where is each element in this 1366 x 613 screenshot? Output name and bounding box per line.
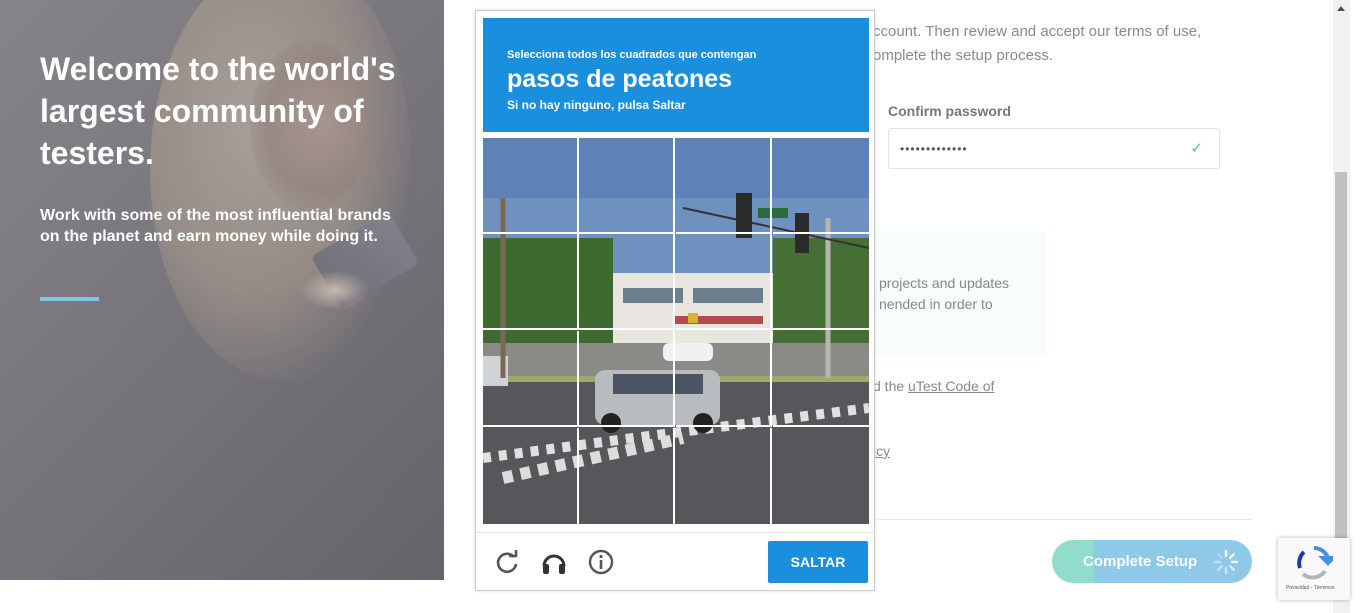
captcha-tile[interactable] <box>579 331 675 427</box>
complete-setup-button[interactable]: Complete Setup <box>1052 540 1252 583</box>
captcha-tile[interactable] <box>579 428 675 524</box>
privacy-policy-link[interactable]: icy <box>873 443 890 459</box>
captcha-tile[interactable] <box>773 234 869 330</box>
setup-intro-text: ccount. Then review and accept our terms… <box>873 23 1202 64</box>
captcha-hint: Si no hay ninguno, pulsa Saltar <box>507 98 686 112</box>
audio-icon[interactable] <box>540 548 568 576</box>
recaptcha-links[interactable]: Privacidad - Términos <box>1286 585 1335 591</box>
info-icon[interactable] <box>587 548 615 576</box>
captcha-tile[interactable] <box>579 138 675 234</box>
hero-panel: Welcome to the world's largest community… <box>0 0 444 580</box>
captcha-image-grid <box>483 138 869 524</box>
confirm-password-value: ••••••••••••• <box>900 142 968 156</box>
scrollbar-thumb[interactable] <box>1335 172 1347 542</box>
notice-text: projects and updates nended in order to <box>879 275 1009 312</box>
divider <box>873 519 1253 520</box>
confirm-password-field[interactable]: ••••••••••••• ✓ <box>888 128 1220 169</box>
captcha-challenge-dialog: Selecciona todos los cuadrados que conte… <box>475 10 875 591</box>
spinner-icon <box>1213 549 1239 575</box>
code-of-conduct-link[interactable]: uTest Code of <box>908 378 994 394</box>
checkmark-icon: ✓ <box>1190 140 1203 157</box>
captcha-footer-divider <box>476 532 874 533</box>
notice-box: projects and updates nended in order to <box>872 232 1046 354</box>
skip-button[interactable]: SALTAR <box>768 541 868 583</box>
recaptcha-logo-icon <box>1297 546 1333 580</box>
captcha-tile[interactable] <box>676 138 772 234</box>
reload-icon[interactable] <box>493 548 521 576</box>
hero-accent-bar <box>40 297 99 301</box>
captcha-tile[interactable] <box>483 138 579 234</box>
captcha-tile[interactable] <box>773 331 869 427</box>
recaptcha-badge[interactable]: Privacidad - Términos <box>1278 538 1350 600</box>
captcha-target: pasos de peatones <box>507 65 733 93</box>
captcha-tile[interactable] <box>773 428 869 524</box>
complete-setup-label: Complete Setup <box>1083 553 1198 570</box>
captcha-tile[interactable] <box>676 234 772 330</box>
captcha-tile[interactable] <box>676 428 772 524</box>
captcha-instruction: Selecciona todos los cuadrados que conte… <box>507 49 757 61</box>
captcha-tile[interactable] <box>773 138 869 234</box>
code-of-conduct-text: d the uTest Code of <box>873 378 995 394</box>
confirm-password-label: Confirm password <box>888 103 1011 119</box>
hero-headline: Welcome to the world's largest community… <box>40 51 396 171</box>
captcha-tile[interactable] <box>483 331 579 427</box>
captcha-tile[interactable] <box>483 428 579 524</box>
captcha-tile[interactable] <box>676 331 772 427</box>
captcha-tile[interactable] <box>579 234 675 330</box>
captcha-tile[interactable] <box>483 234 579 330</box>
hero-subtext: Work with some of the most influential b… <box>40 207 391 245</box>
scroll-up-arrow-icon[interactable] <box>1337 6 1345 11</box>
page-scrollbar[interactable] <box>1333 0 1350 613</box>
captcha-header: Selecciona todos los cuadrados que conte… <box>483 18 869 132</box>
